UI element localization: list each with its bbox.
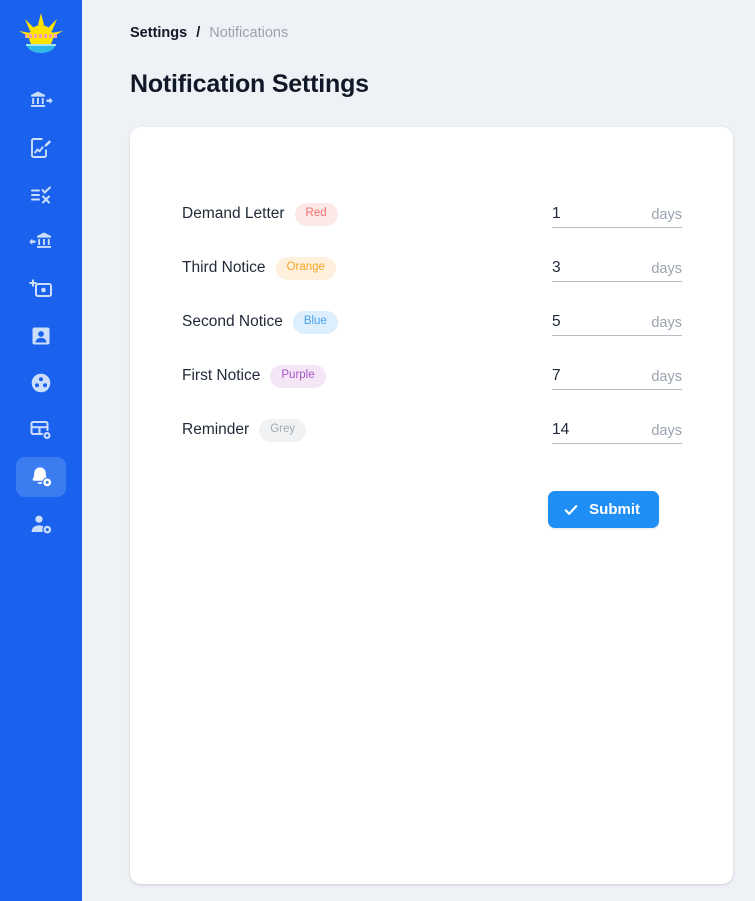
days-input-wrap[interactable]: days: [552, 309, 682, 336]
main-content: Settings / Notifications Notification Se…: [82, 0, 755, 901]
status-badge: Orange: [276, 257, 336, 280]
breadcrumb-settings-link[interactable]: Settings: [130, 22, 187, 44]
days-suffix: days: [651, 423, 682, 439]
submit-button[interactable]: Submit: [548, 491, 659, 528]
table-row: First Notice Purple days: [182, 349, 733, 403]
days-input[interactable]: [552, 259, 622, 277]
row-label: Second Notice: [182, 313, 283, 331]
row-label: Reminder: [182, 421, 249, 439]
status-badge: Blue: [293, 311, 338, 334]
days-input-wrap[interactable]: days: [552, 417, 682, 444]
days-input[interactable]: [552, 367, 622, 385]
days-input[interactable]: [552, 205, 622, 223]
days-input-wrap[interactable]: days: [552, 201, 682, 228]
table-row: Second Notice Blue days: [182, 295, 733, 349]
page-title: Notification Settings: [130, 70, 755, 99]
sidebar-item-bank-out[interactable]: [16, 81, 66, 121]
row-label: Demand Letter: [182, 205, 285, 223]
days-suffix: days: [651, 315, 682, 331]
sidebar-item-notification-settings[interactable]: [16, 457, 66, 497]
sidebar-item-users[interactable]: [16, 363, 66, 403]
notification-settings-form: Demand Letter Red days Third Notice O: [130, 187, 733, 528]
breadcrumb-separator: /: [196, 22, 200, 44]
row-label-cell: Third Notice Orange: [182, 257, 552, 280]
submit-row: Submit: [182, 491, 733, 528]
table-row: Reminder Grey days: [182, 403, 733, 457]
status-badge: Purple: [270, 365, 325, 388]
row-label: First Notice: [182, 367, 260, 385]
row-label-cell: Demand Letter Red: [182, 203, 552, 226]
sidebar-item-bank-in[interactable]: [16, 222, 66, 262]
check-icon: [563, 502, 579, 518]
input-cell: days: [552, 255, 682, 282]
table-row: Third Notice Orange days: [182, 241, 733, 295]
sunrise-logo-icon[interactable]: [15, 9, 67, 61]
sidebar: [0, 0, 82, 901]
sidebar-item-add-card[interactable]: [16, 269, 66, 309]
sidebar-item-dashboard-settings[interactable]: [16, 410, 66, 450]
settings-card: Demand Letter Red days Third Notice O: [130, 127, 733, 884]
submit-button-label: Submit: [589, 501, 640, 518]
days-input-wrap[interactable]: days: [552, 255, 682, 282]
days-suffix: days: [651, 261, 682, 277]
status-badge: Grey: [259, 419, 306, 442]
row-label-cell: First Notice Purple: [182, 365, 552, 388]
input-cell: days: [552, 363, 682, 390]
row-label-cell: Second Notice Blue: [182, 311, 552, 334]
days-suffix: days: [651, 369, 682, 385]
sidebar-item-reconcile[interactable]: [16, 175, 66, 215]
table-row: Demand Letter Red days: [182, 187, 733, 241]
row-label: Third Notice: [182, 259, 266, 277]
app-root: Settings / Notifications Notification Se…: [0, 0, 755, 901]
sidebar-item-document-edit[interactable]: [16, 128, 66, 168]
input-cell: days: [552, 309, 682, 336]
sidebar-item-user-settings[interactable]: [16, 504, 66, 544]
days-input[interactable]: [552, 421, 622, 439]
days-suffix: days: [651, 207, 682, 223]
row-label-cell: Reminder Grey: [182, 419, 552, 442]
breadcrumb-current: Notifications: [209, 22, 288, 44]
status-badge: Red: [295, 203, 338, 226]
sidebar-nav: [16, 81, 66, 544]
input-cell: days: [552, 201, 682, 228]
days-input[interactable]: [552, 313, 622, 331]
days-input-wrap[interactable]: days: [552, 363, 682, 390]
input-cell: days: [552, 417, 682, 444]
breadcrumb: Settings / Notifications: [130, 22, 755, 44]
sidebar-item-contact[interactable]: [16, 316, 66, 356]
